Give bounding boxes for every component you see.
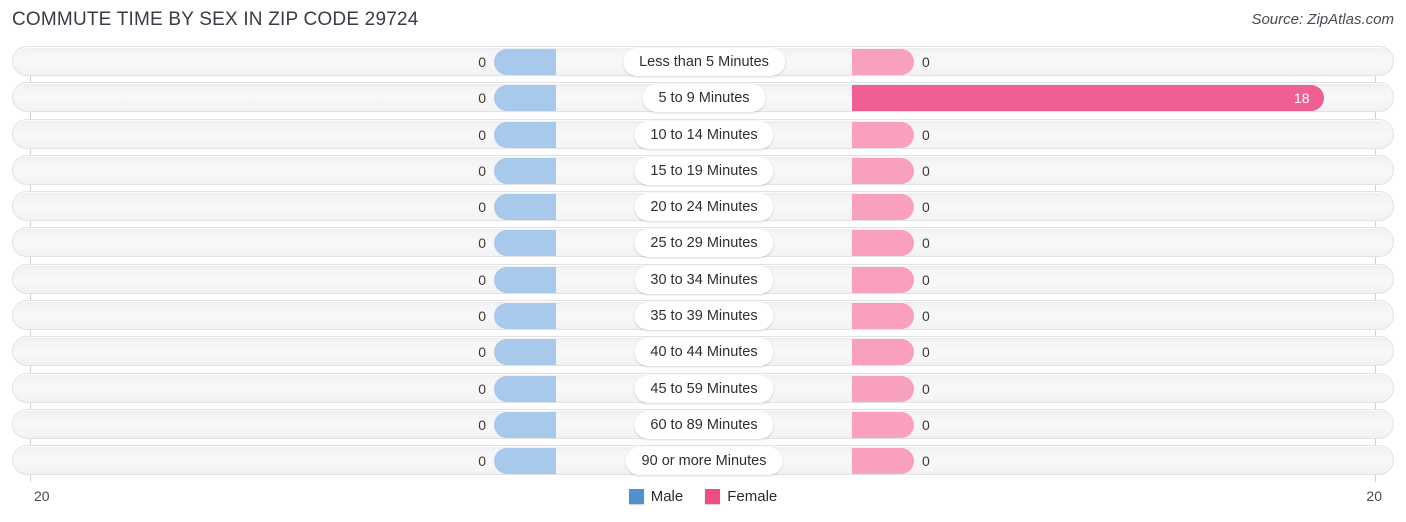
bar-value-female: 0 [922,308,930,325]
bar-category-label: 60 to 89 Minutes [634,410,774,439]
bar-row[interactable]: 0 0 15 to 19 Minutes [12,154,1394,185]
bar-row[interactable]: 0 0 30 to 34 Minutes [12,263,1394,294]
bar-female[interactable] [852,411,914,438]
bar-male[interactable] [494,194,556,221]
bar-female[interactable] [852,230,914,257]
legend-item-male[interactable]: Male [628,488,684,505]
page-title: COMMUTE TIME BY SEX IN ZIP CODE 29724 [12,9,419,30]
bar-value-male: 0 [478,453,486,470]
bar-male[interactable] [494,375,556,402]
bar-rows: 0 0 Less than 5 Minutes 0 18 5 to 9 Minutes 0 0… [12,46,1394,482]
bar-row[interactable]: 0 0 20 to 24 Minutes [12,191,1394,222]
bar-female[interactable] [852,375,914,402]
chart-header: COMMUTE TIME BY SEX IN ZIP CODE 29724 So… [0,0,1406,40]
bar-value-female: 0 [922,416,930,433]
bar-male[interactable] [494,230,556,257]
bar-male[interactable] [494,157,556,184]
bar-value-female: 0 [922,54,930,70]
bar-category-label: 35 to 39 Minutes [634,302,774,331]
bar-value-male: 0 [478,235,486,252]
bar-female[interactable] [852,121,914,148]
bar-row[interactable]: 0 0 10 to 14 Minutes [12,118,1394,149]
bar-row[interactable]: 0 0 45 to 59 Minutes [12,372,1394,403]
bar-female[interactable] [852,448,914,475]
bar-value-male: 0 [478,54,486,70]
bar-row[interactable]: 0 0 35 to 39 Minutes [12,300,1394,331]
bar-row[interactable]: 0 0 90 or more Minutes [12,445,1394,476]
bar-male[interactable] [494,85,556,112]
bar-row[interactable]: 0 0 Less than 5 Minutes [12,46,1394,76]
legend-item-female[interactable]: Female [705,488,777,505]
bar-value-female: 0 [922,162,930,179]
bar-male[interactable] [494,49,556,75]
bar-row[interactable]: 0 0 40 to 44 Minutes [12,336,1394,367]
bar-male[interactable] [494,303,556,330]
bar-value-male: 0 [478,380,486,397]
bar-row[interactable]: 0 0 25 to 29 Minutes [12,227,1394,258]
bar-value-female: 18 [1294,90,1310,107]
legend-label-male: Male [650,488,684,505]
bar-female[interactable] [852,85,1324,112]
bar-category-label: Less than 5 Minutes [623,48,785,76]
bar-category-label: 10 to 14 Minutes [634,120,774,149]
bar-value-female: 0 [922,271,930,288]
bar-female[interactable] [852,303,914,330]
source-attribution: Source: ZipAtlas.com [1251,11,1394,28]
bar-value-male: 0 [478,416,486,433]
bar-value-male: 0 [478,308,486,325]
bar-female[interactable] [852,339,914,366]
bar-category-label: 20 to 24 Minutes [634,193,774,222]
bar-value-male: 0 [478,199,486,216]
chart-footer: 20 20 Male Female [0,484,1406,522]
bar-category-label: 45 to 59 Minutes [634,374,774,403]
bar-category-label: 25 to 29 Minutes [634,229,774,258]
bar-row[interactable]: 0 18 5 to 9 Minutes [12,82,1394,113]
bar-value-female: 0 [922,199,930,216]
legend-label-female: Female [727,488,778,505]
bar-category-label: 15 to 19 Minutes [634,156,774,185]
bar-female[interactable] [852,194,914,221]
bar-value-male: 0 [478,90,486,107]
bar-value-female: 0 [922,344,930,361]
bar-male[interactable] [494,339,556,366]
bar-value-male: 0 [478,271,486,288]
bar-value-female: 0 [922,235,930,252]
bar-row[interactable]: 0 0 60 to 89 Minutes [12,408,1394,439]
bar-category-label: 90 or more Minutes [625,447,783,476]
bar-category-label: 30 to 34 Minutes [634,265,774,294]
bar-value-male: 0 [478,344,486,361]
bar-value-female: 0 [922,380,930,397]
bar-male[interactable] [494,266,556,293]
bar-value-male: 0 [478,162,486,179]
bar-female[interactable] [852,266,914,293]
bar-value-female: 0 [922,126,930,143]
chart-legend: Male Female [0,488,1406,505]
legend-swatch-male-icon [628,489,644,504]
bar-female[interactable] [852,157,914,184]
bar-male[interactable] [494,121,556,148]
bar-female[interactable] [852,49,914,75]
bar-category-label: 40 to 44 Minutes [634,338,774,367]
bar-value-male: 0 [478,126,486,143]
legend-swatch-female-icon [705,489,721,504]
bar-male[interactable] [494,448,556,475]
bar-value-female: 0 [922,453,930,470]
bar-category-label: 5 to 9 Minutes [642,84,766,113]
chart-plot-area: 0 0 Less than 5 Minutes 0 18 5 to 9 Minutes 0 0… [0,46,1406,482]
bar-male[interactable] [494,411,556,438]
